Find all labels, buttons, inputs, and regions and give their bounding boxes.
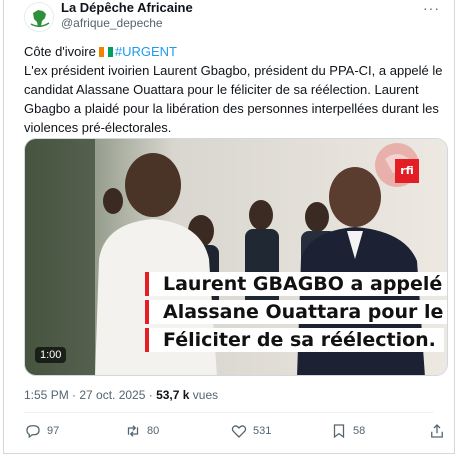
divider bbox=[24, 412, 434, 413]
video-duration: 1:00 bbox=[35, 347, 67, 363]
like-count: 531 bbox=[253, 425, 272, 437]
tweet-text: Côte d'ivoire #URGENT L'ex président ivoi… bbox=[24, 42, 448, 137]
repost-icon bbox=[127, 425, 139, 437]
location-label: Côte d'ivoire bbox=[24, 44, 96, 59]
caption-line-2: Alassane Ouattara pour le bbox=[145, 300, 447, 324]
video-media[interactable]: rfi Laurent GBAGBO a appelé Alassane Oua… bbox=[24, 138, 448, 376]
caption-line-3: Féliciter de sa réélection. bbox=[145, 328, 444, 352]
share-icon bbox=[431, 424, 443, 438]
bookmark-button[interactable]: 58 bbox=[330, 422, 365, 440]
views-count: 53,7 k bbox=[156, 388, 190, 402]
bookmark-count: 58 bbox=[353, 425, 366, 437]
action-bar: 97 80 531 58 bbox=[24, 422, 448, 444]
repost-count: 80 bbox=[147, 425, 160, 437]
author-handle[interactable]: @afrique_depeche bbox=[61, 16, 163, 30]
tweet-card: La Dépêche Africaine @afrique_depeche ··… bbox=[3, 0, 455, 454]
avatar[interactable] bbox=[24, 2, 54, 32]
like-button[interactable]: 531 bbox=[230, 422, 271, 440]
caption-line-1: Laurent GBAGBO a appelé bbox=[145, 272, 447, 296]
heart-icon bbox=[231, 425, 247, 438]
reply-count: 97 bbox=[47, 425, 60, 437]
reply-button[interactable]: 97 bbox=[24, 422, 59, 440]
ivory-coast-flag-icon bbox=[98, 43, 113, 57]
rfi-logo: rfi bbox=[395, 159, 419, 183]
author-name[interactable]: La Dépêche Africaine bbox=[61, 0, 193, 15]
share-button[interactable] bbox=[428, 422, 446, 440]
views-label: vues bbox=[189, 388, 219, 402]
tweet-body: L'ex président ivoirien Laurent Gbagbo, … bbox=[24, 63, 443, 135]
tweet-timestamp[interactable]: 1:55 PM · 27 oct. 2025 · bbox=[24, 388, 156, 402]
more-options-icon[interactable]: ··· bbox=[423, 0, 440, 16]
video-caption: Laurent GBAGBO a appelé Alassane Ouattar… bbox=[145, 272, 447, 356]
reply-icon bbox=[26, 425, 40, 439]
hashtag-link[interactable]: #URGENT bbox=[115, 44, 177, 59]
tweet-meta: 1:55 PM · 27 oct. 2025 · 53,7 k vues bbox=[24, 388, 218, 402]
africa-logo-icon bbox=[25, 3, 53, 31]
repost-button[interactable]: 80 bbox=[124, 422, 159, 440]
bookmark-icon bbox=[333, 424, 345, 439]
